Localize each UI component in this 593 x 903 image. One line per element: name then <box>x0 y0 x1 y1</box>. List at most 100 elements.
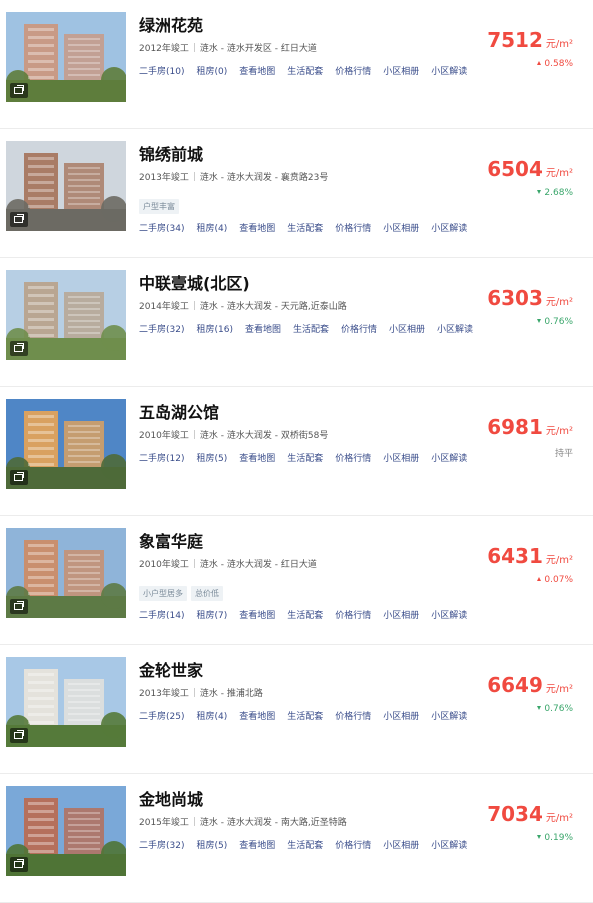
link-resale[interactable]: 二手房(32) <box>139 838 184 851</box>
link-map[interactable]: 查看地图 <box>239 451 275 464</box>
link-rent[interactable]: 租房(16) <box>196 322 232 335</box>
price-change: 0.07% <box>537 575 573 585</box>
link-amenities[interactable]: 生活配套 <box>287 608 323 621</box>
link-map[interactable]: 查看地图 <box>239 64 275 77</box>
link-map[interactable]: 查看地图 <box>239 838 275 851</box>
community-list: 绿洲花苑 2012年竣工 涟水 - 涟水开发区 - 红日大道 二手房(10) 租房(0)… <box>0 0 593 903</box>
album-icon <box>10 212 28 227</box>
community-name[interactable]: 五岛湖公馆 <box>139 399 219 423</box>
divider <box>193 817 195 826</box>
quick-links: 二手房(25) 租房(4) 查看地图 生活配套 价格行情 小区相册 小区解读 <box>139 709 479 722</box>
price-value: 7034 <box>487 802 543 826</box>
arrow-up-icon <box>537 577 542 581</box>
link-album[interactable]: 小区相册 <box>383 221 419 234</box>
community-photo[interactable] <box>6 141 126 231</box>
link-map[interactable]: 查看地图 <box>245 322 281 335</box>
link-price-trend[interactable]: 价格行情 <box>335 221 371 234</box>
unit-price: 7034 元/m² <box>487 802 573 826</box>
link-analysis[interactable]: 小区解读 <box>431 838 467 851</box>
build-year: 2010年竣工 <box>139 431 189 441</box>
community-meta: 2012年竣工 涟水 - 涟水开发区 - 红日大道 <box>139 41 317 54</box>
link-rent[interactable]: 租房(4) <box>196 221 227 234</box>
price-unit: 元/m² <box>545 297 573 308</box>
link-analysis[interactable]: 小区解读 <box>431 451 467 464</box>
link-amenities[interactable]: 生活配套 <box>287 709 323 722</box>
area: 涟水大润发 <box>226 431 272 441</box>
link-album[interactable]: 小区相册 <box>383 64 419 77</box>
link-resale[interactable]: 二手房(10) <box>139 64 184 77</box>
link-price-trend[interactable]: 价格行情 <box>335 838 371 851</box>
listing-item: 五岛湖公馆 2010年竣工 涟水 - 涟水大润发 - 双桥街58号 二手房(12) 租房… <box>0 387 593 516</box>
price-value: 6303 <box>487 286 543 310</box>
community-photo[interactable] <box>6 270 126 360</box>
meta-dash: - <box>217 431 227 441</box>
link-resale[interactable]: 二手房(32) <box>139 322 184 335</box>
listing-item: 金轮世家 2013年竣工 涟水 - 推浦北路 二手房(25) 租房(4) 查看地图 生活配套… <box>0 645 593 774</box>
link-rent[interactable]: 租房(0) <box>196 64 227 77</box>
community-name[interactable]: 金轮世家 <box>139 657 203 681</box>
link-album[interactable]: 小区相册 <box>389 322 425 335</box>
link-analysis[interactable]: 小区解读 <box>431 709 467 722</box>
link-amenities[interactable]: 生活配套 <box>287 451 323 464</box>
community-photo[interactable] <box>6 12 126 102</box>
album-icon <box>10 857 28 872</box>
change-value: 持平 <box>554 449 573 459</box>
link-analysis[interactable]: 小区解读 <box>431 64 467 77</box>
link-rent[interactable]: 租房(5) <box>196 838 227 851</box>
link-rent[interactable]: 租房(7) <box>196 608 227 621</box>
link-resale[interactable]: 二手房(14) <box>139 608 184 621</box>
community-photo[interactable] <box>6 786 126 876</box>
link-album[interactable]: 小区相册 <box>383 608 419 621</box>
area: 涟水开发区 <box>226 44 272 54</box>
meta-dash: - <box>271 818 281 828</box>
link-amenities[interactable]: 生活配套 <box>287 64 323 77</box>
district: 涟水 <box>199 44 218 54</box>
community-photo[interactable] <box>6 657 126 747</box>
road: 双桥街58号 <box>280 431 329 441</box>
community-photo[interactable] <box>6 399 126 489</box>
price-value: 7512 <box>487 28 543 52</box>
link-map[interactable]: 查看地图 <box>239 709 275 722</box>
community-photo[interactable] <box>6 528 126 618</box>
quick-links: 二手房(32) 租房(16) 查看地图 生活配套 价格行情 小区相册 小区解读 <box>139 322 485 335</box>
link-album[interactable]: 小区相册 <box>383 451 419 464</box>
link-analysis[interactable]: 小区解读 <box>437 322 473 335</box>
district: 涟水 <box>199 689 218 699</box>
link-amenities[interactable]: 生活配套 <box>293 322 329 335</box>
link-price-trend[interactable]: 价格行情 <box>335 709 371 722</box>
link-price-trend[interactable]: 价格行情 <box>341 322 377 335</box>
link-analysis[interactable]: 小区解读 <box>431 608 467 621</box>
link-amenities[interactable]: 生活配套 <box>287 838 323 851</box>
link-amenities[interactable]: 生活配套 <box>287 221 323 234</box>
listing-item: 中联壹城(北区) 2014年竣工 涟水 - 涟水大润发 - 天元路,近泰山路 二手房(… <box>0 258 593 387</box>
link-album[interactable]: 小区相册 <box>383 709 419 722</box>
price-change: 0.58% <box>537 59 573 69</box>
price-value: 6981 <box>487 415 543 439</box>
divider <box>193 301 195 310</box>
change-value: 2.68% <box>544 188 573 198</box>
link-resale[interactable]: 二手房(12) <box>139 451 184 464</box>
meta-dash: - <box>217 302 227 312</box>
link-map[interactable]: 查看地图 <box>239 608 275 621</box>
link-album[interactable]: 小区相册 <box>383 838 419 851</box>
unit-price: 6504 元/m² <box>487 157 573 181</box>
meta-dash: - <box>271 560 281 570</box>
community-name[interactable]: 绿洲花苑 <box>139 12 203 36</box>
link-price-trend[interactable]: 价格行情 <box>335 608 371 621</box>
link-resale[interactable]: 二手房(34) <box>139 221 184 234</box>
community-name[interactable]: 锦绣前城 <box>139 141 203 165</box>
tag-list: 小户型居多 总价低 <box>139 581 227 601</box>
community-name[interactable]: 中联壹城(北区) <box>139 270 250 294</box>
community-name[interactable]: 象富华庭 <box>139 528 203 552</box>
area: 涟水大润发 <box>226 302 272 312</box>
change-value: 0.76% <box>544 704 573 714</box>
community-name[interactable]: 金地尚城 <box>139 786 203 810</box>
link-price-trend[interactable]: 价格行情 <box>335 64 371 77</box>
link-rent[interactable]: 租房(4) <box>196 709 227 722</box>
link-rent[interactable]: 租房(5) <box>196 451 227 464</box>
link-map[interactable]: 查看地图 <box>239 221 275 234</box>
area: 涟水大润发 <box>226 173 272 183</box>
link-analysis[interactable]: 小区解读 <box>431 221 467 234</box>
link-resale[interactable]: 二手房(25) <box>139 709 184 722</box>
link-price-trend[interactable]: 价格行情 <box>335 451 371 464</box>
